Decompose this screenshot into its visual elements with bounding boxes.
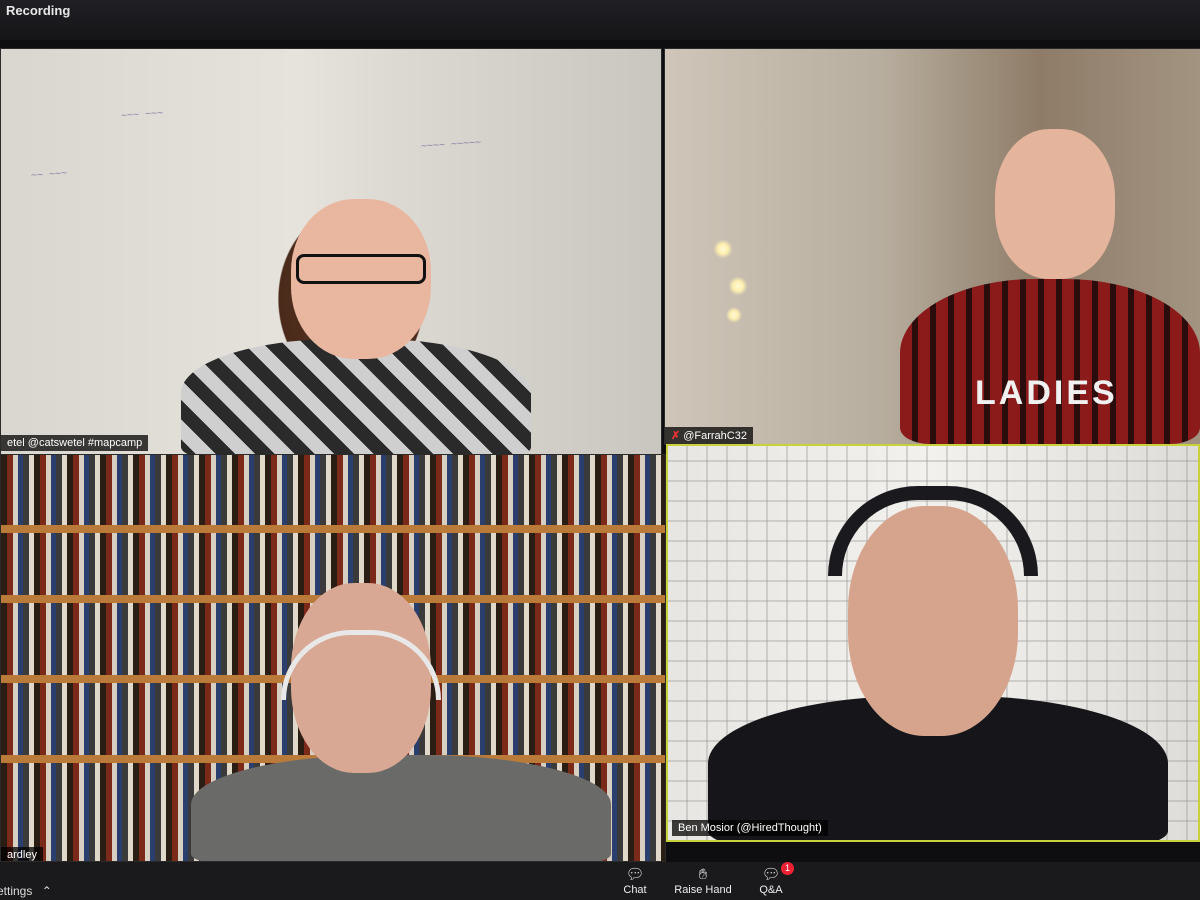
video-tile-active-speaker[interactable]: Ben Mosior (@HiredThought): [666, 444, 1200, 842]
participant-video-figure: [191, 755, 611, 861]
video-tile-participant-1[interactable]: ~~~ ~~~ ~~ ~~~ ~~~~ ~~~~~ etel @catswete…: [0, 48, 662, 455]
whiteboard-drawing: ~~~~ ~~~~~: [420, 136, 482, 153]
whiteboard-drawing: ~~~ ~~~: [120, 107, 164, 122]
settings-button[interactable]: ettings ⌃: [0, 884, 52, 898]
chevron-up-icon: ⌃: [41, 884, 52, 898]
muted-mic-icon: ✗: [671, 430, 681, 442]
participant-video-figure: [900, 279, 1200, 444]
qa-bubble-icon: 💬︎ 1: [756, 862, 794, 884]
chat-button[interactable]: 💬︎ Chat: [620, 866, 650, 896]
chat-bubble-icon: 💬︎: [625, 866, 645, 883]
participant-name-label: etel @catswetel #mapcamp: [1, 435, 149, 451]
bookshelf-visual: [1, 525, 665, 533]
chat-label: Chat: [623, 884, 647, 896]
video-tile-participant-3[interactable]: ardley: [0, 454, 666, 862]
headphones-visual: [828, 486, 1038, 576]
participant-name-label: Ben Mosior (@HiredThought): [672, 820, 828, 836]
participant-name-label: ardley: [1, 847, 43, 861]
meeting-top-bar: Recording: [0, 0, 1200, 40]
raise-hand-button[interactable]: ✋︎ Raise Hand: [672, 866, 734, 896]
qa-button[interactable]: 💬︎ 1 Q&A: [756, 862, 794, 896]
shirt-print-visual: LADIES: [975, 374, 1118, 412]
whiteboard-drawing: ~~ ~~~: [30, 167, 68, 182]
participant-name-label: ✗ @FarrahC32: [665, 427, 753, 444]
qa-notification-badge: 1: [781, 862, 794, 875]
participant-video-face: [995, 129, 1115, 279]
video-tile-participant-2[interactable]: LADIES ✗ @FarrahC32: [664, 48, 1200, 445]
hand-icon: ✋︎: [698, 866, 708, 883]
raise-hand-label: Raise Hand: [674, 884, 732, 896]
recording-indicator: Recording: [6, 3, 71, 18]
qa-label: Q&A: [759, 884, 783, 896]
meeting-control-bar: ettings ⌃ 💬︎ Chat ✋︎ Raise Hand 💬︎ 1 Q&A: [0, 862, 1200, 900]
glasses-visual: [296, 254, 426, 284]
